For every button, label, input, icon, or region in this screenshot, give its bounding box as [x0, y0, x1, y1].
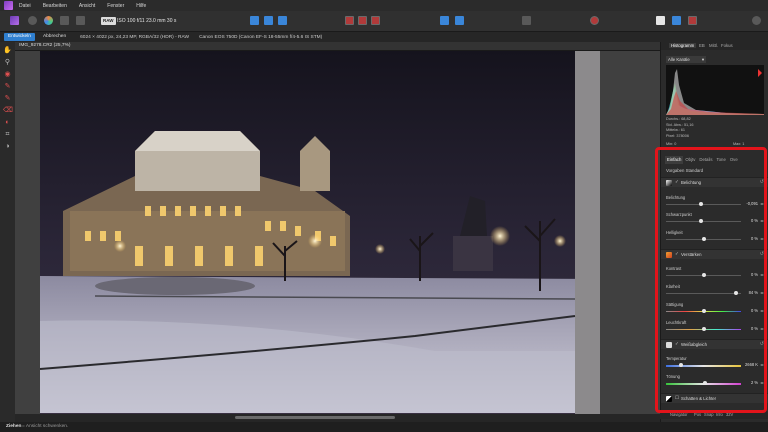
account-icon[interactable] — [752, 16, 761, 25]
histogram-max: Max: 1 — [733, 142, 745, 146]
menu-window[interactable]: Fenster — [107, 3, 124, 9]
view-mode-icon[interactable] — [250, 16, 259, 25]
status-hint: = Ansicht schwenken. — [22, 424, 69, 429]
menu-help[interactable]: Hilfe — [136, 3, 146, 9]
photo-persona-icon[interactable] — [10, 16, 19, 25]
tab-eb[interactable]: EB — [699, 43, 705, 48]
zoom-tool-icon[interactable]: ⚲ — [3, 58, 12, 67]
status-action: Ziehen — [6, 424, 22, 429]
histogram-graph — [666, 65, 764, 115]
tonemap-persona-icon[interactable] — [60, 16, 69, 25]
histogram-stats: Durchs.: 68,82 Std. Abw.: 51,16 Mittelw.… — [666, 117, 693, 139]
scrollbar-thumb[interactable] — [235, 416, 395, 419]
document-title: IMG_9278.CR2 (25,7%) — [19, 43, 71, 48]
clipping-highlights-icon[interactable] — [371, 16, 380, 25]
snapshot-icon[interactable] — [656, 16, 665, 25]
studio-icon[interactable] — [688, 16, 697, 25]
histogram-channel-value: Alle Kanäle — [668, 57, 690, 62]
canvas-scrollbar[interactable] — [15, 414, 660, 422]
camera-info: Canon EOS 750D (Canon EF-S 18-55mm f/4-5… — [199, 34, 323, 40]
toolbar: RAW ISO 100 f/11 23.0 mm 30 s — [0, 11, 768, 32]
cancel-button[interactable]: Abbrechen — [39, 33, 70, 41]
image-info: 6024 × 4022 px, 24,23 MP, RGBA/32 (HDR) … — [80, 34, 190, 40]
status-bar: Ziehen = Ansicht schwenken. — [0, 422, 768, 432]
chevron-down-icon: ▾ — [701, 57, 704, 62]
develop-button[interactable]: Entwickeln — [4, 33, 35, 41]
stat-pixels: Pixel: 378006 — [666, 133, 690, 138]
view-split-icon[interactable] — [264, 16, 273, 25]
menu-file[interactable]: Datei — [19, 3, 31, 9]
liquify-persona-icon[interactable] — [28, 16, 37, 25]
app-logo-icon[interactable] — [4, 1, 13, 10]
tools-panel: ✋ ⚲ ◉ ✎ ✎ ⌫ ◐ ⌗ ◑ — [0, 42, 15, 422]
exif-info: ISO 100 f/11 23.0 mm 30 s — [117, 18, 177, 24]
photo-canvas[interactable] — [15, 51, 660, 423]
highlight-frame — [655, 147, 767, 413]
stat-mean: Durchs.: 68,82 — [666, 117, 691, 121]
night-scene-photo — [15, 51, 660, 423]
histogram-min: Min: 0 — [666, 142, 677, 146]
clipping-shadows-icon[interactable] — [345, 16, 354, 25]
red-eye-tool-icon[interactable]: ◉ — [3, 70, 12, 79]
view-mirror-icon[interactable] — [278, 16, 287, 25]
crop-tool-icon[interactable]: ⌗ — [3, 130, 12, 139]
overlay-erase-icon[interactable]: ⌫ — [3, 106, 13, 115]
histogram-tabs: Histogramm EB Mittl. Fokus — [661, 42, 768, 50]
white-balance-tool-icon[interactable]: ◑ — [3, 142, 12, 151]
raw-badge: RAW — [101, 17, 116, 25]
menu-view[interactable]: Ansicht — [79, 3, 95, 9]
overlay-paint-icon[interactable]: ✎ — [3, 94, 12, 103]
tab-histogram[interactable]: Histogramm — [669, 43, 697, 48]
eyedropper-icon[interactable] — [522, 16, 531, 25]
mask-icon[interactable] — [590, 16, 599, 25]
export-persona-icon[interactable] — [76, 16, 85, 25]
menu-edit[interactable]: Bearbeiten — [43, 3, 67, 9]
menu-bar: Datei Bearbeiten Ansicht Fenster Hilfe — [0, 0, 768, 11]
context-bar: Entwickeln Abbrechen 6024 × 4022 px, 24,… — [0, 32, 768, 42]
color-icon[interactable] — [672, 16, 681, 25]
assistant-icon[interactable] — [440, 16, 449, 25]
tab-mittl[interactable]: Mittl. — [709, 43, 718, 48]
clipping-midtones-icon[interactable] — [358, 16, 367, 25]
histogram-channel-select[interactable]: Alle Kanäle ▾ — [666, 56, 706, 63]
tab-focus[interactable]: Fokus — [721, 43, 733, 48]
assistant-options-icon[interactable] — [455, 16, 464, 25]
document-tab[interactable]: IMG_9278.CR2 (25,7%) — [15, 42, 660, 51]
view-tool-icon[interactable]: ✋ — [3, 46, 12, 55]
blemish-tool-icon[interactable]: ✎ — [3, 82, 12, 91]
gradient-overlay-icon[interactable]: ◐ — [3, 118, 12, 127]
develop-persona-icon[interactable] — [44, 16, 53, 25]
